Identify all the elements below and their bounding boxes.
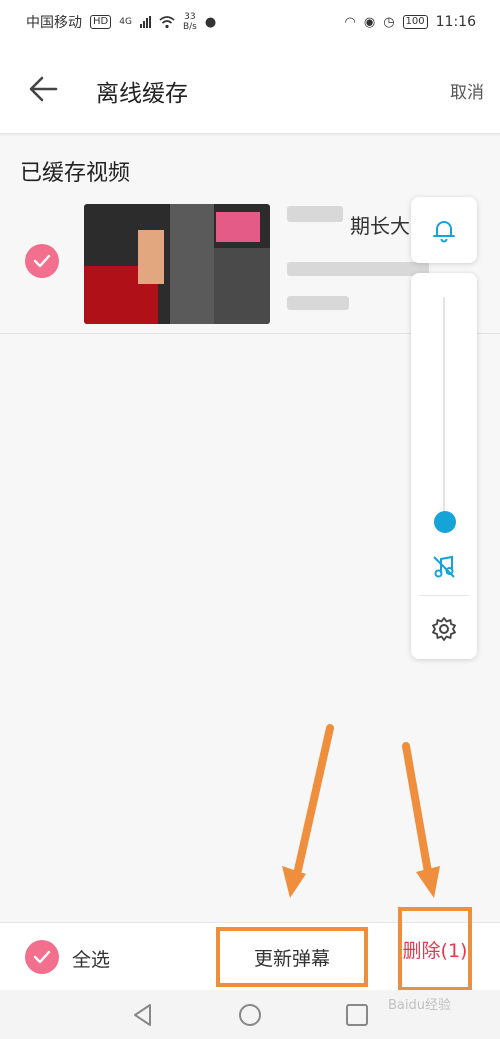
headphones-icon: ◠	[344, 14, 356, 30]
bell-icon[interactable]	[430, 216, 458, 244]
cancel-button[interactable]: 取消	[450, 78, 484, 103]
signal-icon	[139, 16, 151, 28]
panel-divider	[419, 595, 469, 596]
carrier-name: 中国移动	[26, 15, 82, 31]
wifi-icon	[159, 15, 175, 28]
gear-icon[interactable]	[430, 615, 458, 643]
eye-icon: ◉	[363, 14, 376, 30]
ringer-panel	[411, 197, 477, 263]
music-off-icon[interactable]	[430, 553, 458, 581]
blurred-info-text	[287, 262, 429, 276]
section-title: 已缓存视频	[20, 161, 131, 186]
network-type: 4G	[119, 17, 132, 27]
hd-badge: HD	[90, 15, 112, 29]
circle-home-icon[interactable]	[237, 1002, 263, 1028]
bottom-action-bar: 全选 更新弹幕 删除(1)	[0, 907, 500, 991]
select-all-checkbox[interactable]	[25, 940, 59, 974]
back-arrow-icon[interactable]	[26, 72, 60, 106]
watermark: Baidu经验	[388, 998, 451, 1013]
item-checkbox[interactable]	[25, 244, 59, 278]
arrow-delete	[402, 742, 440, 898]
app-header: 离线缓存 取消	[0, 44, 500, 134]
battery-icon: 100	[402, 15, 428, 29]
net-speed-unit: B/s	[182, 22, 197, 32]
clock-time: 11:16	[435, 14, 476, 30]
check-icon	[33, 950, 51, 964]
arrow-update	[282, 724, 334, 898]
triangle-back-icon[interactable]	[130, 1002, 156, 1028]
alarm-icon: ◷	[383, 14, 395, 30]
update-danmaku-button[interactable]: 更新弹幕	[216, 927, 368, 987]
status-bar: 中国移动 HD 4G 33 B/s ● ◠ ◉ ◷ 100 11:16	[0, 0, 500, 44]
page-title: 离线缓存	[96, 81, 188, 107]
volume-panel	[411, 273, 477, 659]
net-speed: 33 B/s	[183, 12, 197, 32]
blurred-title-text	[287, 206, 343, 222]
video-title: 期长大	[350, 214, 410, 238]
globe-icon: ●	[204, 14, 217, 30]
check-icon	[33, 254, 51, 268]
video-thumbnail	[84, 204, 270, 324]
select-all-label[interactable]: 全选	[72, 945, 110, 972]
net-speed-value: 33	[184, 12, 196, 22]
volume-slider-track[interactable]	[443, 297, 445, 523]
square-recents-icon[interactable]	[344, 1002, 370, 1028]
volume-slider-handle[interactable]	[434, 511, 456, 533]
delete-button[interactable]: 删除(1)	[398, 907, 472, 991]
blurred-size-text	[287, 296, 349, 310]
